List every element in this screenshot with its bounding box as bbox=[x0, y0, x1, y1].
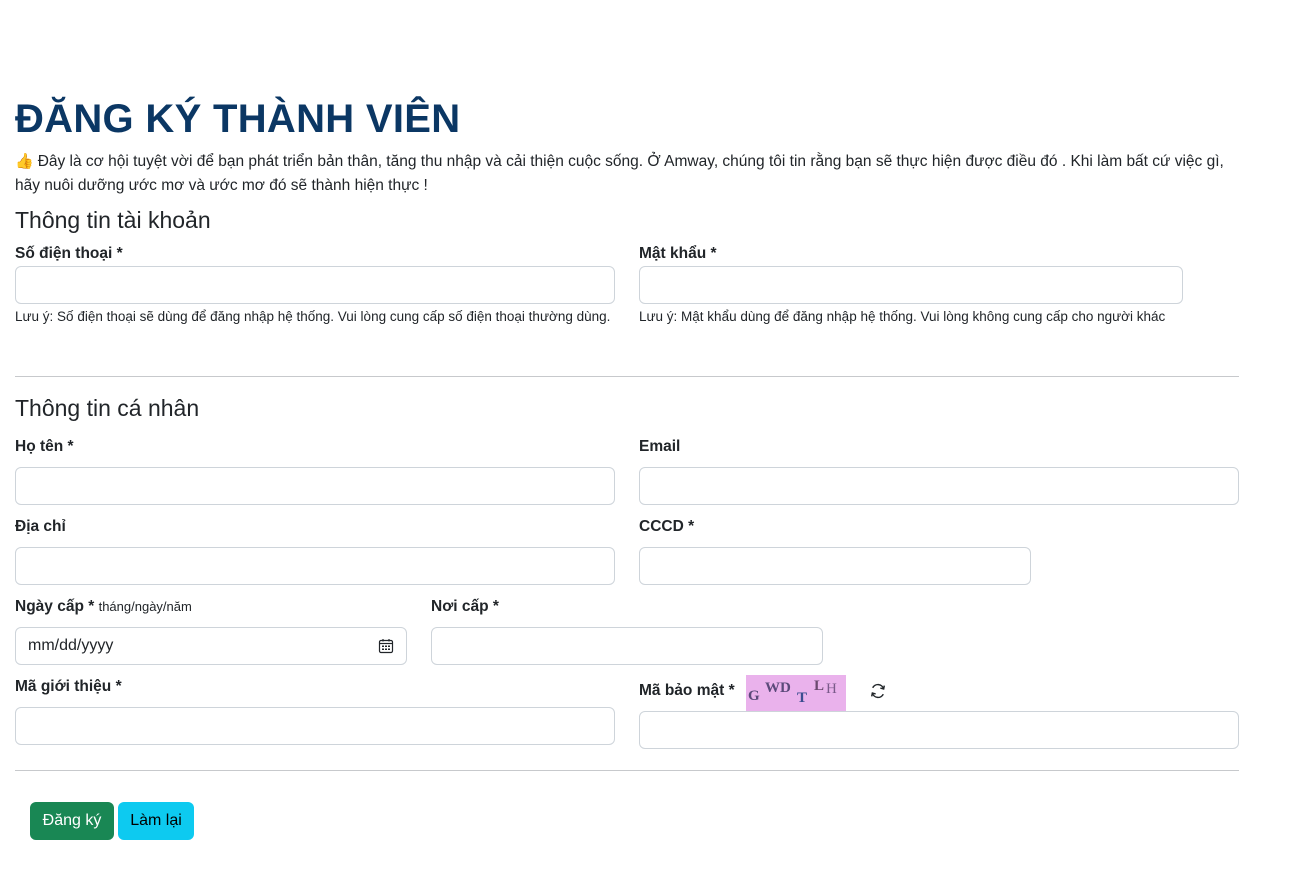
personal-section-title: Thông tin cá nhân bbox=[15, 395, 200, 421]
email-label: Email bbox=[639, 438, 681, 455]
id-number-label-text: CCCD bbox=[639, 518, 684, 535]
captcha-char: WD bbox=[765, 680, 791, 696]
captcha-image: G WD T L H bbox=[746, 675, 846, 712]
captcha-char: G bbox=[748, 688, 760, 704]
required-marker: * bbox=[116, 245, 123, 262]
required-marker: * bbox=[492, 598, 499, 615]
required-marker: * bbox=[710, 245, 717, 262]
captcha-char: H bbox=[826, 681, 837, 697]
captcha-char: L bbox=[814, 678, 825, 694]
required-marker: * bbox=[67, 438, 74, 455]
issue-place-label: Nơi cấp * bbox=[431, 597, 499, 617]
referral-code-label-text: Mã giới thiệu bbox=[15, 678, 112, 695]
phone-label-text: Số điện thoại bbox=[15, 245, 113, 262]
captcha-label: Mã bảo mật * bbox=[639, 681, 735, 701]
issue-date-label-text: Ngày cấp bbox=[15, 598, 84, 615]
refresh-icon[interactable] bbox=[869, 682, 887, 700]
date-placeholder: mm/dd/yyyy bbox=[28, 637, 114, 654]
required-marker: * bbox=[88, 598, 95, 615]
address-label: Địa chỉ bbox=[15, 518, 66, 535]
thumbs-up-icon: 👍 bbox=[15, 153, 34, 170]
calendar-icon[interactable] bbox=[378, 638, 394, 654]
intro-text: 👍 Đây là cơ hội tuyệt vời để bạn phát tri… bbox=[15, 150, 1240, 198]
form-divider bbox=[15, 770, 1239, 771]
required-marker: * bbox=[728, 682, 735, 699]
referral-code-label: Mã giới thiệu * bbox=[15, 677, 122, 697]
section-divider bbox=[15, 376, 1239, 377]
referral-code-input[interactable] bbox=[15, 707, 615, 745]
id-number-input[interactable] bbox=[639, 547, 1031, 585]
captcha-char: T bbox=[797, 690, 808, 706]
phone-input[interactable] bbox=[15, 266, 615, 304]
required-marker: * bbox=[688, 518, 695, 535]
intro-paragraph: Đây là cơ hội tuyệt vời để bạn phát triể… bbox=[15, 153, 1224, 194]
password-label: Mật khẩu * bbox=[639, 244, 717, 264]
required-marker: * bbox=[115, 678, 122, 695]
address-input[interactable] bbox=[15, 547, 615, 585]
password-note: Lưu ý: Mật khẩu dùng để đăng nhập hệ thố… bbox=[639, 309, 1166, 324]
issue-date-label: Ngày cấp * tháng/ngày/năm bbox=[15, 597, 192, 617]
password-input[interactable] bbox=[639, 266, 1183, 304]
fullname-input[interactable] bbox=[15, 467, 615, 505]
password-label-text: Mật khẩu bbox=[639, 245, 707, 262]
date-format-hint: tháng/ngày/năm bbox=[98, 599, 192, 614]
issue-place-label-text: Nơi cấp bbox=[431, 598, 489, 615]
email-input[interactable] bbox=[639, 467, 1239, 505]
captcha-input[interactable] bbox=[639, 711, 1239, 749]
fullname-label-text: Họ tên bbox=[15, 438, 64, 455]
account-section-title: Thông tin tài khoản bbox=[15, 207, 211, 233]
register-button[interactable]: Đăng ký bbox=[30, 802, 114, 840]
fullname-label: Họ tên * bbox=[15, 437, 74, 457]
captcha-label-text: Mã bảo mật bbox=[639, 682, 725, 699]
page-title: ĐĂNG KÝ THÀNH VIÊN bbox=[15, 97, 461, 141]
issue-place-input[interactable] bbox=[431, 627, 823, 665]
issue-date-input[interactable]: mm/dd/yyyy bbox=[15, 627, 407, 665]
phone-note: Lưu ý: Số điện thoại sẽ dùng để đăng nhậ… bbox=[15, 309, 611, 324]
phone-label: Số điện thoại * bbox=[15, 244, 123, 264]
id-number-label: CCCD * bbox=[639, 517, 694, 537]
reset-button[interactable]: Làm lại bbox=[118, 802, 194, 840]
